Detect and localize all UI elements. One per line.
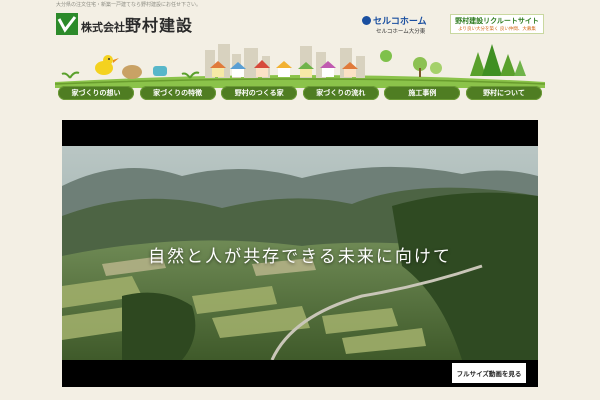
company-name: 野村建設 xyxy=(125,16,194,35)
recruit-title: 野村建設リクルートサイト xyxy=(455,17,539,25)
sekisui-name: セルコホーム xyxy=(373,17,427,27)
main-nav: 家づくりの想い 家づくりの特徴 野村のつくる家 家づくりの流れ 施工事例 野村に… xyxy=(58,84,542,102)
nav-item-works[interactable]: 施工事例 xyxy=(384,86,461,100)
nav-item-features[interactable]: 家づくりの特徴 xyxy=(139,86,216,100)
site-tagline: 大分県の注文住宅・新築一戸建てなら野村建設にお任せ下さい。 xyxy=(56,2,202,8)
nav-item-concept[interactable]: 家づくりの想い xyxy=(58,86,134,100)
company-logo[interactable]: 株式会社野村建設 xyxy=(56,12,193,36)
hero-headline: 自然と人が共存できる未来に向けて xyxy=(148,247,452,267)
nav-item-about[interactable]: 野村について xyxy=(465,86,542,100)
logo-mark-icon xyxy=(56,13,78,35)
sekisui-home-badge[interactable]: セルコホーム セルコホーム大分東 xyxy=(362,14,436,35)
town-illustration xyxy=(54,44,546,88)
bird-icon xyxy=(95,55,119,75)
sekisui-branch: セルコホーム大分東 xyxy=(376,29,426,35)
sekisui-logo-icon xyxy=(362,16,371,25)
recruit-subtitle: より良い大分を築く 良い仲間、大募集 xyxy=(458,27,536,32)
hero-video[interactable]: 自然と人が共存できる未来に向けて フルサイズ動画を見る xyxy=(62,120,538,387)
fullsize-video-button[interactable]: フルサイズ動画を見る xyxy=(452,363,526,383)
company-prefix: 株式会社 xyxy=(81,21,125,34)
recruit-site-banner[interactable]: 野村建設リクルートサイト より良い大分を築く 良い仲間、大募集 xyxy=(450,14,544,34)
nav-item-houses[interactable]: 野村のつくる家 xyxy=(221,86,298,100)
nav-item-process[interactable]: 家づくりの流れ xyxy=(302,86,379,100)
